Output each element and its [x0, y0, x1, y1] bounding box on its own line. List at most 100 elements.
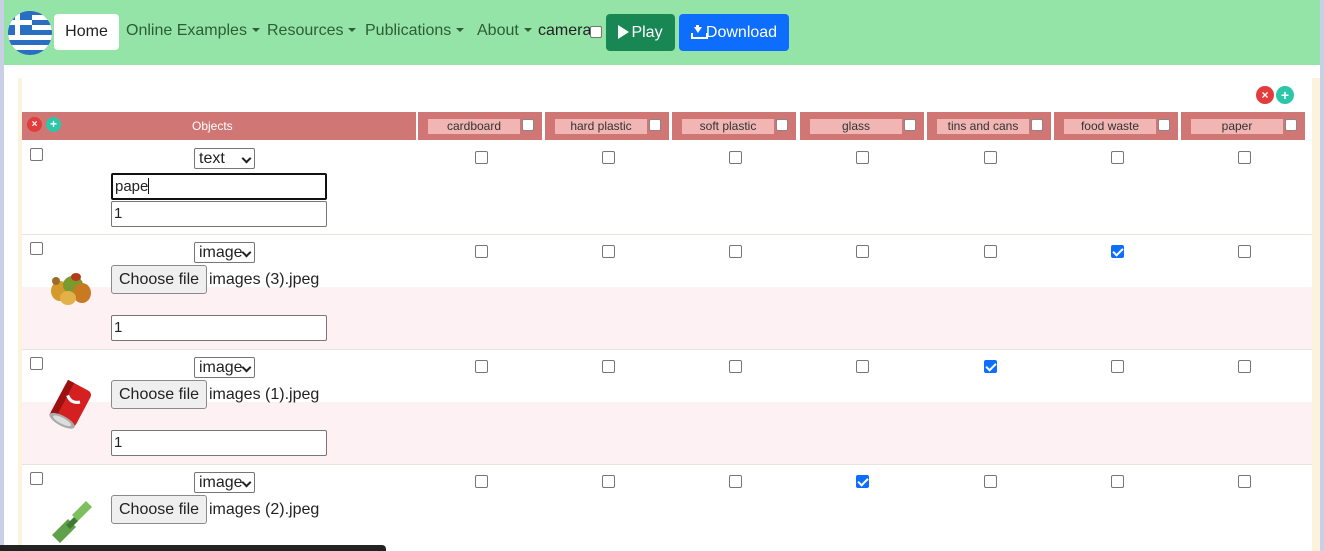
nav-online-examples[interactable]: Online Examples — [126, 21, 260, 41]
category-checkbox[interactable] — [522, 119, 534, 131]
download-button[interactable]: Download — [679, 14, 789, 51]
category-cell-checkbox[interactable] — [856, 245, 869, 258]
category-cell-checkbox[interactable] — [1111, 475, 1124, 488]
download-label: Download — [705, 24, 778, 41]
category-label: paper — [1191, 119, 1283, 134]
row-select-checkbox[interactable] — [30, 242, 43, 255]
camera-label: camera — [538, 22, 592, 39]
category-checkbox[interactable] — [1158, 119, 1170, 131]
category-cell-checkbox[interactable] — [984, 151, 997, 164]
caret-down-icon — [251, 28, 260, 32]
row-type-select[interactable]: image — [194, 472, 255, 493]
category-cell-checkbox[interactable] — [1238, 245, 1251, 258]
row-type-select[interactable]: text — [194, 148, 255, 169]
remove-row-icon[interactable]: × — [27, 117, 42, 132]
caret-down-icon — [523, 28, 532, 32]
choose-file-button[interactable]: Choose file — [111, 265, 208, 294]
chevron-down-icon — [241, 362, 252, 373]
category-checkbox[interactable] — [1285, 119, 1297, 131]
category-cell-checkbox[interactable] — [475, 245, 488, 258]
category-cell-checkbox-glass[interactable] — [856, 475, 869, 488]
table-row: image Choose file images (2).jpeg — [22, 465, 1312, 551]
chevron-down-icon — [241, 153, 252, 164]
category-cell-checkbox-food-waste[interactable] — [1111, 245, 1124, 258]
chevron-down-icon — [241, 247, 252, 258]
choose-file-button[interactable]: Choose file — [111, 495, 208, 524]
category-cell-checkbox[interactable] — [729, 151, 742, 164]
category-cell-checkbox[interactable] — [475, 475, 488, 488]
nav-online-examples-label: Online Examples — [126, 22, 247, 39]
download-icon — [690, 25, 708, 39]
category-cell-checkbox[interactable] — [729, 475, 742, 488]
file-name: images (3).jpeg — [209, 271, 320, 288]
category-cell-checkbox[interactable] — [729, 245, 742, 258]
nav-publications-label: Publications — [365, 22, 452, 39]
category-cell-checkbox[interactable] — [1111, 151, 1124, 164]
nav-resources[interactable]: Resources — [267, 21, 357, 41]
nav-home[interactable]: Home — [54, 14, 119, 50]
object-table: × + × + Objects cardboard hard plastic s… — [22, 78, 1312, 551]
row-select-checkbox[interactable] — [30, 472, 43, 485]
nav-resources-label: Resources — [267, 22, 344, 39]
table-row: image Choose file images (1).jpeg 1 — [22, 350, 1312, 464]
category-cell-checkbox[interactable] — [602, 245, 615, 258]
category-cell-checkbox[interactable] — [602, 151, 615, 164]
camera-checkbox[interactable] — [590, 26, 602, 38]
category-cell-checkbox[interactable] — [1238, 475, 1251, 488]
category-cell-checkbox[interactable] — [1238, 360, 1251, 373]
category-label: soft plastic — [682, 119, 774, 134]
category-cell-checkbox[interactable] — [475, 360, 488, 373]
objects-header: × + Objects — [22, 112, 416, 140]
greek-flag-logo[interactable] — [8, 11, 52, 55]
weight-input[interactable]: 1 — [111, 315, 327, 341]
category-cell-checkbox[interactable] — [856, 151, 869, 164]
file-name: images (1).jpeg — [209, 386, 320, 403]
category-cell-checkbox-tins-and-cans[interactable] — [984, 360, 997, 373]
nav-about[interactable]: About — [477, 21, 532, 41]
row-type-value: image — [199, 359, 243, 376]
category-cell-checkbox[interactable] — [984, 245, 997, 258]
category-checkbox[interactable] — [904, 119, 916, 131]
object-text-input[interactable]: pape — [111, 173, 327, 200]
navbar: Home Online Examples Resources Publicati… — [4, 0, 1320, 65]
weight-input[interactable]: 1 — [111, 201, 327, 227]
category-checkbox[interactable] — [649, 119, 661, 131]
glass-bottle-thumbnail — [46, 495, 96, 545]
category-cell-checkbox[interactable] — [856, 360, 869, 373]
remove-column-icon[interactable]: × — [1256, 86, 1274, 104]
choose-file-button[interactable]: Choose file — [111, 380, 208, 409]
category-cell-checkbox[interactable] — [602, 475, 615, 488]
row-type-select[interactable]: image — [194, 242, 255, 263]
category-cell-checkbox[interactable] — [1111, 360, 1124, 373]
row-select-checkbox[interactable] — [30, 148, 43, 161]
category-label: hard plastic — [555, 119, 647, 134]
row-type-value: image — [199, 244, 243, 261]
table-row: text pape 1 — [22, 140, 1312, 234]
nav-publications[interactable]: Publications — [365, 21, 465, 41]
category-header-cardboard: cardboard — [418, 112, 542, 140]
add-column-icon[interactable]: + — [1276, 86, 1294, 104]
category-cell-checkbox[interactable] — [602, 360, 615, 373]
category-cell-checkbox[interactable] — [475, 151, 488, 164]
category-header-paper: paper — [1181, 112, 1305, 140]
category-cell-checkbox[interactable] — [984, 475, 997, 488]
row-type-select[interactable]: image — [194, 357, 255, 378]
weight-input[interactable]: 1 — [111, 430, 327, 456]
category-header-hard-plastic: hard plastic — [545, 112, 669, 140]
food-waste-thumbnail — [46, 265, 96, 311]
row-type-value: text — [199, 150, 225, 167]
nav-about-label: About — [477, 22, 519, 39]
category-checkbox[interactable] — [776, 119, 788, 131]
category-label: cardboard — [428, 119, 520, 134]
category-cell-checkbox[interactable] — [1238, 151, 1251, 164]
taskbar-edge — [0, 545, 386, 551]
category-checkbox[interactable] — [1031, 119, 1043, 131]
category-label: glass — [810, 119, 902, 134]
category-cell-checkbox[interactable] — [729, 360, 742, 373]
add-row-icon[interactable]: + — [46, 117, 61, 132]
row-select-checkbox[interactable] — [30, 357, 43, 370]
caret-down-icon — [456, 28, 465, 32]
tin-can-thumbnail — [44, 378, 98, 430]
weight-value: 1 — [114, 205, 123, 222]
play-button[interactable]: Play — [606, 14, 675, 51]
